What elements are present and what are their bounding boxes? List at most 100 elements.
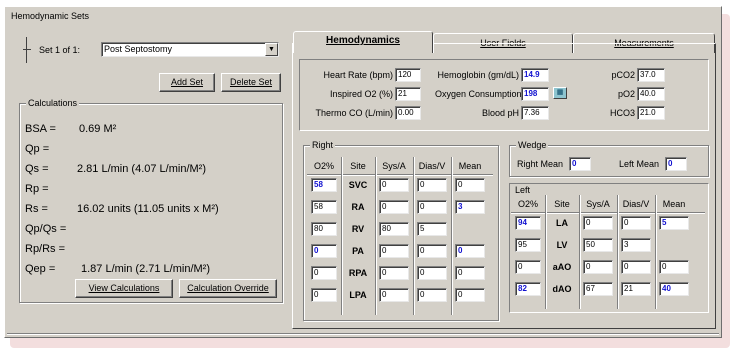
right-sys-svc[interactable]: 0 (379, 178, 409, 192)
wedge-right-mean-input[interactable]: 0 (569, 157, 591, 171)
calc-key: Qs = (25, 163, 49, 175)
right-dias-svc[interactable]: 0 (417, 178, 447, 192)
set-select-value: Post Septostomy (104, 44, 173, 54)
left-mean-aao[interactable]: 0 (659, 260, 689, 274)
calc-value: 16.02 units (11.05 units x M²) (77, 203, 219, 215)
heart-rate-input[interactable]: 120 (395, 68, 421, 82)
view-calculations-button[interactable]: View Calculations (75, 279, 173, 298)
right-mean-svc[interactable]: 0 (455, 178, 485, 192)
thermo-co-label: Thermo CO (L/min) (315, 108, 393, 118)
left-header-site: Site (554, 199, 570, 209)
right-col-divider (451, 157, 452, 315)
right-site-rpa: RPA (348, 268, 368, 278)
chevron-down-icon[interactable]: ▼ (265, 43, 278, 56)
set-select[interactable]: Post Septostomy ▼ (101, 42, 279, 57)
right-header-site: Site (350, 161, 366, 171)
heart-rate-label: Heart Rate (bpm) (323, 70, 393, 80)
wedge-left-mean-input[interactable]: 0 (665, 157, 687, 171)
hemoglobin-input[interactable]: 14.9 (521, 68, 549, 82)
left-site-lv: LV (556, 240, 568, 250)
set-spin-control[interactable] (23, 37, 31, 63)
left-dias-lv[interactable]: 3 (621, 238, 651, 252)
calculator-icon[interactable]: ▦ (553, 87, 567, 99)
right-dias-rpa[interactable]: 0 (417, 266, 447, 280)
left-sys-aao[interactable]: 0 (583, 260, 613, 274)
right-o2-rpa[interactable]: 0 (311, 266, 337, 280)
wedge-left-mean-label: Left Mean (619, 159, 660, 169)
left-col-divider (617, 195, 618, 309)
calc-key: Qp/Qs = (25, 223, 67, 235)
calc-value: 1.87 L/min (2.71 L/min/M²) (81, 263, 210, 275)
right-mean-lpa[interactable]: 0 (455, 288, 485, 302)
wedge-right-mean-label: Right Mean (517, 159, 564, 169)
delete-set-label: Delete Set (229, 77, 273, 87)
left-o2-lv[interactable]: 95 (515, 238, 541, 252)
left-mean-la[interactable]: 5 (659, 216, 689, 230)
right-dias-ra[interactable]: 0 (417, 200, 447, 214)
left-site-aao: aAO (552, 262, 572, 272)
blood-ph-label: Blood pH (481, 108, 519, 118)
right-sys-rv[interactable]: 80 (379, 222, 409, 236)
blood-ph-input[interactable]: 7.36 (521, 106, 549, 120)
right-dias-lpa[interactable]: 0 (417, 288, 447, 302)
calc-key: BSA = (25, 123, 56, 135)
pco2-input[interactable]: 37.0 (637, 68, 665, 82)
right-header-divider (307, 174, 493, 175)
left-heart-title: Left (515, 185, 531, 195)
thermo-co-input[interactable]: 0.00 (395, 106, 421, 120)
right-dias-pa[interactable]: 0 (417, 244, 447, 258)
spin-divider-h (23, 49, 31, 50)
left-dias-la[interactable]: 0 (621, 216, 651, 230)
delete-set-button[interactable]: Delete Set (221, 73, 281, 92)
po2-input[interactable]: 40.0 (637, 87, 665, 101)
left-dias-aao[interactable]: 0 (621, 260, 651, 274)
right-col-divider (375, 157, 376, 315)
right-sys-pa[interactable]: 0 (379, 244, 409, 258)
left-mean-dao[interactable]: 40 (659, 282, 689, 296)
left-sys-la[interactable]: 0 (583, 216, 613, 230)
tab-hemodynamics[interactable]: Hemodynamics (293, 31, 433, 53)
right-mean-pa[interactable]: 0 (455, 244, 485, 258)
oxygen-consumption-input[interactable]: 198 (521, 87, 549, 101)
calc-value: 2.81 L/min (4.07 L/min/M²) (77, 163, 206, 175)
hco3-label: HCO3 (609, 108, 635, 118)
right-site-ra: RA (351, 202, 365, 212)
right-o2-ra[interactable]: 58 (311, 200, 337, 214)
right-col-divider (341, 157, 342, 315)
right-o2-lpa[interactable]: 0 (311, 288, 337, 302)
right-dias-rv[interactable]: 5 (417, 222, 447, 236)
left-o2-aao[interactable]: 0 (515, 260, 541, 274)
right-sys-ra[interactable]: 0 (379, 200, 409, 214)
right-site-pa: PA (352, 246, 364, 256)
inspired-o2-input[interactable]: 21 (395, 87, 421, 101)
view-calculations-label: View Calculations (88, 283, 160, 293)
left-sys-lv[interactable]: 50 (583, 238, 613, 252)
left-o2-la[interactable]: 94 (515, 216, 541, 230)
right-header-mean: Mean (458, 161, 482, 171)
spin-divider (26, 37, 27, 63)
right-o2-rv[interactable]: 80 (311, 222, 337, 236)
po2-label: pO2 (617, 89, 635, 99)
left-header-dias: Dias/V (622, 199, 650, 209)
right-site-svc: SVC (348, 180, 368, 190)
left-site-dao: dAO (552, 284, 572, 294)
right-site-lpa: LPA (349, 290, 367, 300)
hemoglobin-label: Hemoglobin (gm/dL) (437, 70, 519, 80)
left-col-divider (545, 195, 546, 309)
right-o2-pa[interactable]: 0 (311, 244, 337, 258)
calc-key: Rs = (25, 203, 48, 215)
right-sys-lpa[interactable]: 0 (379, 288, 409, 302)
calculation-override-button[interactable]: Calculation Override (179, 279, 277, 298)
left-dias-dao[interactable]: 21 (621, 282, 651, 296)
hco3-input[interactable]: 21.0 (637, 106, 665, 120)
add-set-button[interactable]: Add Set (159, 73, 215, 92)
left-sys-dao[interactable]: 67 (583, 282, 613, 296)
left-o2-dao[interactable]: 82 (515, 282, 541, 296)
add-set-label: Add Set (170, 77, 204, 87)
right-mean-rpa[interactable]: 0 (455, 266, 485, 280)
left-col-divider (579, 195, 580, 309)
right-o2-svc[interactable]: 58 (311, 178, 337, 192)
right-mean-ra[interactable]: 3 (455, 200, 485, 214)
right-sys-rpa[interactable]: 0 (379, 266, 409, 280)
left-col-divider (655, 195, 656, 309)
